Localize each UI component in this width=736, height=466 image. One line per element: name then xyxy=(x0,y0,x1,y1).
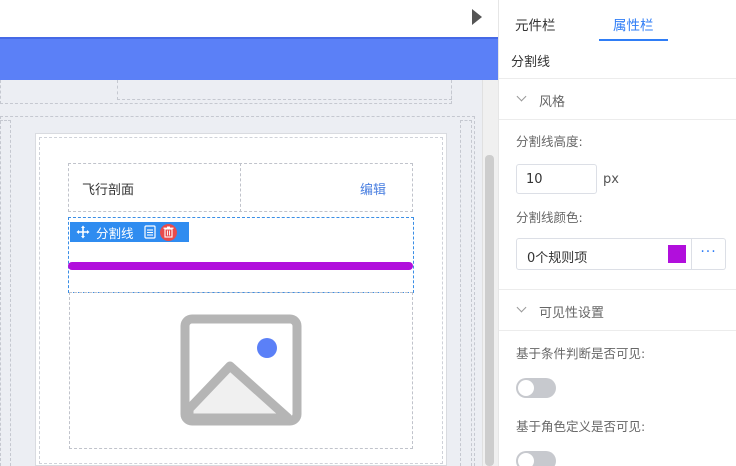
active-tab-indicator xyxy=(599,39,668,41)
panel-tab-bar: 元件栏 属性栏 xyxy=(499,0,736,42)
title-cell: 飞行剖面 xyxy=(68,163,241,212)
canvas-scrollbar-thumb[interactable] xyxy=(485,155,494,466)
chevron-down-icon xyxy=(516,302,527,313)
color-swatch[interactable] xyxy=(668,245,686,263)
divider-color-field[interactable]: 0个规则项 xyxy=(516,238,692,270)
container-outline xyxy=(117,80,452,100)
divider-height-label: 分割线高度: xyxy=(516,134,583,149)
section-visibility-header[interactable]: 可见性设置 xyxy=(499,289,736,331)
rule-count-text: 0个规则项 xyxy=(527,251,588,266)
tab-components[interactable]: 元件栏 xyxy=(515,14,556,34)
canvas-top-bar xyxy=(0,0,498,37)
container-outline xyxy=(460,120,472,466)
role-visibility-label: 基于角色定义是否可见: xyxy=(516,419,646,434)
title-cell-text: 飞行剖面 xyxy=(82,183,135,198)
toggle-knob xyxy=(518,380,534,396)
conditional-visibility-toggle[interactable] xyxy=(516,378,556,398)
divider-height-input[interactable] xyxy=(516,164,597,194)
role-visibility-toggle[interactable] xyxy=(516,451,556,466)
section-style-header[interactable]: 风格 xyxy=(499,78,736,120)
properties-panel: 元件栏 属性栏 分割线 风格 分割线高度: px 分割线颜色: 0个规则项 ··… xyxy=(498,0,736,466)
toggle-knob xyxy=(518,453,534,466)
image-placeholder-icon xyxy=(180,314,302,426)
more-options-button[interactable]: ··· xyxy=(692,238,726,270)
divider-height-unit: px xyxy=(603,172,619,187)
container-outline xyxy=(0,120,11,466)
move-icon[interactable] xyxy=(74,222,92,242)
divider-toolbar: 分割线 xyxy=(70,222,189,242)
copy-icon[interactable] xyxy=(143,224,157,240)
collapse-arrow-icon[interactable] xyxy=(472,9,482,25)
divider-toolbar-label: 分割线 xyxy=(96,225,134,241)
divider-line xyxy=(68,262,413,270)
conditional-visibility-label: 基于条件判断是否可见: xyxy=(516,346,646,361)
section-visibility-title: 可见性设置 xyxy=(539,306,605,321)
divider-color-label: 分割线颜色: xyxy=(516,210,583,225)
design-canvas[interactable]: 飞行剖面 编辑 分割线 xyxy=(0,0,498,466)
chevron-down-icon xyxy=(516,91,527,102)
selected-component-name: 分割线 xyxy=(511,55,551,70)
tab-properties[interactable]: 属性栏 xyxy=(613,14,654,34)
delete-icon[interactable] xyxy=(159,223,177,241)
edit-link[interactable]: 编辑 xyxy=(360,179,386,198)
section-style-title: 风格 xyxy=(539,95,566,110)
header-band xyxy=(0,37,498,80)
